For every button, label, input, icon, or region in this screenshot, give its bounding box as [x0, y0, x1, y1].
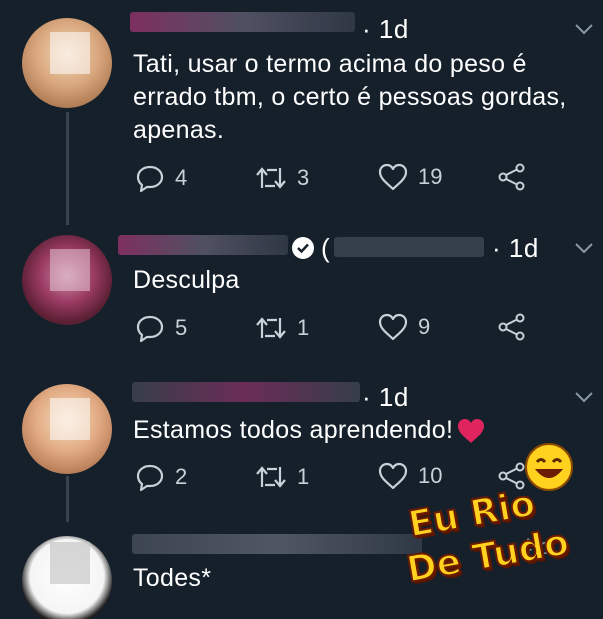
author-handle-blurred[interactable]	[334, 237, 484, 257]
reply-count: 5	[175, 315, 188, 340]
heart-icon	[378, 163, 408, 191]
retweet-count: 1	[297, 464, 310, 489]
chevron-down-icon[interactable]	[574, 22, 594, 36]
tweet-text-line: Desculpa	[133, 266, 240, 294]
share-icon	[498, 163, 525, 191]
retweet-count: 1	[297, 315, 310, 340]
like-button[interactable]: 19	[378, 163, 442, 191]
like-count: 19	[418, 164, 443, 189]
reply-icon	[136, 464, 164, 492]
avatar[interactable]	[22, 384, 112, 474]
share-button[interactable]	[498, 313, 526, 341]
tweet-text-line: Tati, usar o termo acima do peso é	[133, 50, 527, 78]
watermark-logo: Eu Rio De Tudo	[403, 440, 594, 592]
author-name-blurred[interactable]	[132, 382, 360, 402]
retweet-icon	[256, 317, 286, 339]
reply-button[interactable]: 2	[135, 462, 187, 492]
reply-icon	[136, 165, 164, 193]
retweet-button[interactable]: 3	[255, 163, 309, 193]
heart-icon	[378, 313, 408, 341]
retweet-icon	[256, 466, 286, 488]
reply-icon	[136, 315, 164, 343]
retweet-button[interactable]: 1	[255, 313, 309, 343]
like-button[interactable]: 9	[378, 313, 430, 341]
tweet-timestamp[interactable]: · 1d	[492, 233, 539, 264]
tweet-text: Tati, usar o termo acima do peso é errad…	[133, 48, 567, 147]
author-name-blurred[interactable]	[132, 534, 422, 554]
author-name-blurred[interactable]	[130, 12, 355, 32]
tweet-text: Desculpa	[133, 264, 240, 297]
tweet-text-line: Todes*	[133, 564, 212, 592]
tweet-actions: 4 3 19	[0, 163, 603, 197]
avatar[interactable]	[22, 18, 112, 108]
retweet-count: 3	[297, 165, 310, 190]
author-name-blurred[interactable]	[118, 235, 288, 255]
author-handle-paren: (	[321, 233, 331, 263]
tweet-actions: 5 1 9	[0, 313, 603, 347]
chevron-down-icon[interactable]	[574, 241, 594, 255]
replies-feed: · 1d Tati, usar o termo acima do peso é …	[0, 0, 603, 619]
share-button[interactable]	[498, 163, 526, 191]
avatar[interactable]	[22, 235, 112, 325]
tweet-timestamp[interactable]: · 1d	[362, 382, 409, 413]
tweet-timestamp[interactable]: · 1d	[362, 14, 409, 45]
reply-button[interactable]: 4	[135, 163, 187, 193]
retweet-button[interactable]: 1	[255, 462, 309, 492]
reply-button[interactable]: 5	[135, 313, 187, 343]
reply-count: 4	[175, 165, 188, 190]
like-count: 9	[418, 314, 431, 339]
tweet-text: Todes*	[133, 562, 211, 595]
chevron-down-icon[interactable]	[574, 390, 594, 404]
tweet-text-line: apenas.	[133, 116, 225, 144]
tweet-1[interactable]: · 1d Tati, usar o termo acima do peso é …	[0, 0, 603, 225]
share-icon	[498, 313, 525, 341]
tweet-2[interactable]: ( · 1d Desculpa 5 1 9	[0, 225, 603, 372]
verified-badge-icon	[292, 237, 314, 259]
tweet-text-line: errado tbm, o certo é pessoas gordas,	[133, 83, 567, 111]
retweet-icon	[256, 167, 286, 189]
avatar[interactable]	[22, 536, 112, 619]
reply-count: 2	[175, 464, 188, 489]
